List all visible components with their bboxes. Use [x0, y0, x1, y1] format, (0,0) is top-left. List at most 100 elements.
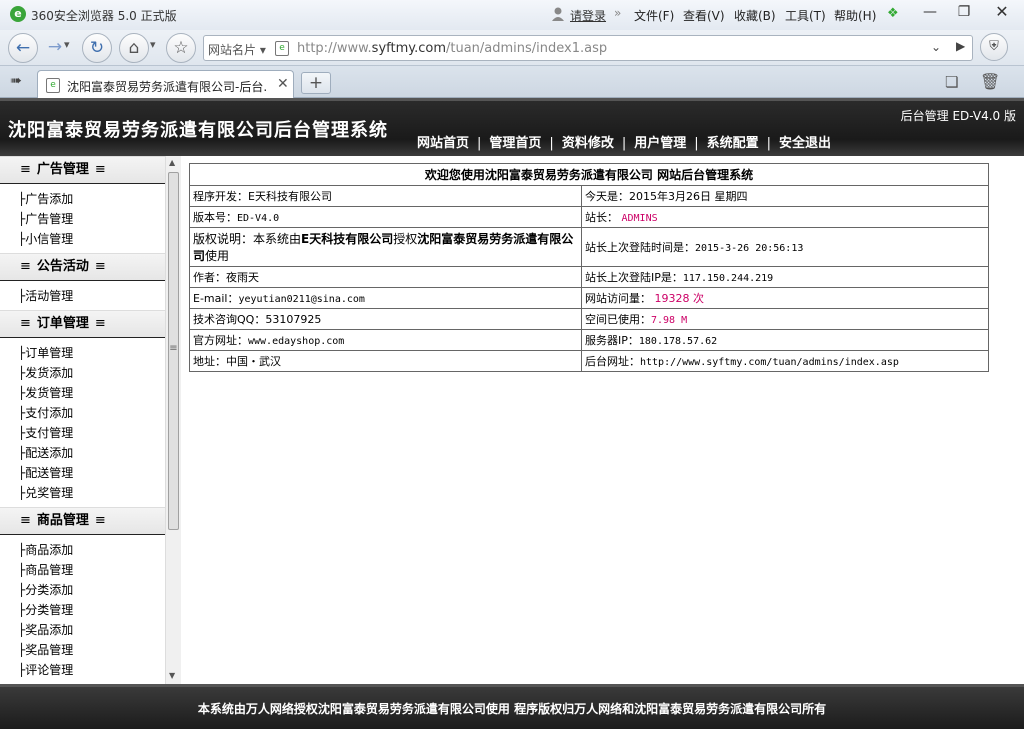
- login-link[interactable]: 请登录: [570, 7, 606, 24]
- user-icon[interactable]: [551, 6, 565, 21]
- developer-cell: 程序开发：E天科技有限公司: [189, 185, 582, 207]
- sidebar-group-products[interactable]: ≡ 商品管理 ≡: [0, 507, 165, 535]
- back-button[interactable]: ←: [8, 33, 38, 63]
- sidebar-group-orders[interactable]: ≡ 订单管理 ≡: [0, 310, 165, 338]
- tab-bar: ➠ e 沈阳富泰贸易劳务派遣有限公司-后台... ✕ + ❏ 🗑: [0, 66, 1024, 98]
- menu-file[interactable]: 文件(F): [634, 7, 674, 24]
- menu-tools[interactable]: 工具(T): [785, 7, 826, 24]
- sidebar-item-comment-manage[interactable]: 评论管理: [18, 660, 165, 680]
- menu-icon: ≡: [20, 513, 31, 528]
- restore-tabs-icon[interactable]: ❏: [945, 73, 958, 91]
- address-cell: 地址：中国・武汉: [189, 350, 582, 372]
- nav-system-config[interactable]: 系统配置: [707, 136, 759, 151]
- scroll-down-icon[interactable]: ▼: [169, 671, 175, 680]
- official-site-link[interactable]: www.edayshop.com: [248, 336, 344, 347]
- tab-close-icon[interactable]: ✕: [277, 76, 289, 92]
- address-dropdown-icon[interactable]: ⌄: [931, 40, 941, 54]
- home-dropdown-icon[interactable]: ▾: [150, 38, 156, 51]
- tab-active[interactable]: e 沈阳富泰贸易劳务派遣有限公司-后台... ✕: [37, 70, 294, 98]
- sidebar-item-ad-manage[interactable]: 广告管理: [18, 209, 165, 229]
- table-row: 版权说明：本系统由E天科技有限公司授权沈阳富泰贸易劳务派遣有限公司使用 站长上次…: [189, 227, 989, 267]
- sidebar-item-category-add[interactable]: 分类添加: [18, 580, 165, 600]
- home-button[interactable]: ⌂: [119, 33, 149, 63]
- info-heading: 欢迎您使用沈阳富泰贸易劳务派遣有限公司 网站后台管理系统: [189, 163, 989, 186]
- favorite-star-button[interactable]: ☆: [166, 33, 196, 63]
- system-title: 沈阳富泰贸易劳务派遣有限公司后台管理系统: [8, 120, 388, 141]
- sidebar-group-announcements[interactable]: ≡ 公告活动 ≡: [0, 253, 165, 281]
- nav-admin-home[interactable]: 管理首页: [489, 136, 541, 151]
- tab-title: 沈阳富泰贸易劳务派遣有限公司-后台...: [67, 80, 267, 94]
- sidebar-scrollbar[interactable]: ▲ ≡ ▼: [165, 156, 181, 684]
- table-row: 作者：夜雨天 站长上次登陆IP是：117.150.244.219: [189, 266, 989, 288]
- url-text[interactable]: http://www.syftmy.com/tuan/admins/index1…: [297, 41, 607, 56]
- sidebar-item-delivery-add[interactable]: 配送添加: [18, 443, 165, 463]
- address-bar[interactable]: 网站名片 ▾ e http://www.syftmy.com/tuan/admi…: [203, 35, 973, 61]
- nav-separator: |: [621, 136, 627, 151]
- sidebar-item-payment-add[interactable]: 支付添加: [18, 403, 165, 423]
- sidebar-item-activity-manage[interactable]: 活动管理: [18, 286, 165, 306]
- today-cell: 今天是：2015年3月26日 星期四: [581, 185, 989, 207]
- sidebar-group-title: 公告活动: [36, 259, 89, 274]
- go-arrow-icon[interactable]: ▶: [956, 39, 965, 53]
- sidebar-item-product-add[interactable]: 商品添加: [18, 540, 165, 560]
- sidebar-item-order-manage[interactable]: 订单管理: [18, 343, 165, 363]
- sidebar-item-prize-manage[interactable]: 奖品管理: [18, 640, 165, 660]
- nav-site-home[interactable]: 网站首页: [417, 136, 469, 151]
- sidebar-item-ad-add[interactable]: 广告添加: [18, 189, 165, 209]
- browser-title: 360安全浏览器 5.0 正式版: [31, 9, 177, 23]
- minimize-button[interactable]: —: [912, 0, 948, 24]
- sidebar-group-ads[interactable]: ≡ 广告管理 ≡: [0, 156, 165, 184]
- table-row: E-mail：yeyutian0211@sina.com 网站访问量： 1932…: [189, 287, 989, 309]
- sidebar-toggle-icon[interactable]: ➠: [10, 73, 22, 89]
- site-card-button[interactable]: 网站名片 ▾: [208, 41, 266, 58]
- table-row: 版本号：ED-V4.0 站长： ADMINS: [189, 206, 989, 228]
- scroll-thumb[interactable]: ≡: [168, 172, 179, 530]
- copyright-cell: 版权说明：本系统由E天科技有限公司授权沈阳富泰贸易劳务派遣有限公司使用: [189, 227, 582, 267]
- space-cell: 空间已使用：7.98 M: [581, 308, 989, 330]
- sidebar-item-delivery-manage[interactable]: 配送管理: [18, 463, 165, 483]
- sidebar-item-message-manage[interactable]: 小信管理: [18, 229, 165, 249]
- forward-dropdown-icon[interactable]: ▾: [64, 38, 70, 51]
- visits-cell: 网站访问量： 19328 次: [581, 287, 989, 309]
- table-row: 官方网址：www.edayshop.com 服务器IP：180.178.57.6…: [189, 329, 989, 351]
- sidebar-item-category-manage[interactable]: 分类管理: [18, 600, 165, 620]
- sidebar-item-prize-add[interactable]: 奖品添加: [18, 620, 165, 640]
- menu-expand-icon[interactable]: »: [614, 6, 621, 20]
- menu-icon: ≡: [20, 259, 31, 274]
- version-label: 后台管理 ED-V4.0 版: [900, 109, 1016, 123]
- nav-user-management[interactable]: 用户管理: [634, 136, 686, 151]
- menu-view[interactable]: 查看(V): [683, 7, 725, 24]
- admin-url-link[interactable]: http://www.syftmy.com/tuan/admins/index.…: [640, 357, 899, 368]
- sidebar-item-payment-manage[interactable]: 支付管理: [18, 423, 165, 443]
- table-row: 程序开发：E天科技有限公司 今天是：2015年3月26日 星期四: [189, 185, 989, 207]
- skin-icon[interactable]: ❖: [887, 6, 903, 21]
- nav-separator: |: [477, 136, 482, 151]
- new-tab-button[interactable]: +: [301, 72, 331, 94]
- sidebar-item-shipping-add[interactable]: 发货添加: [18, 363, 165, 383]
- info-table: 欢迎您使用沈阳富泰贸易劳务派遣有限公司 网站后台管理系统 程序开发：E天科技有限…: [189, 163, 989, 372]
- official-site-cell: 官方网址：www.edayshop.com: [189, 329, 582, 351]
- menu-icon: ≡: [20, 162, 31, 177]
- sidebar-group-title: 订单管理: [36, 316, 89, 331]
- sidebar: ≡广告管理≡ 广告添加 广告管理 小信管理 ≡公告活动≡ 活动管理 ≡订单管理≡…: [0, 156, 165, 684]
- nav-edit-profile[interactable]: 资料修改: [562, 136, 614, 151]
- version-cell: 版本号：ED-V4.0: [189, 206, 582, 228]
- security-shield-icon[interactable]: ⛨: [980, 33, 1008, 61]
- refresh-button[interactable]: ↻: [82, 33, 112, 63]
- qq-cell: 技术咨询QQ：53107925: [189, 308, 582, 330]
- trash-icon[interactable]: 🗑: [980, 72, 1000, 91]
- scroll-up-icon[interactable]: ▲: [169, 158, 175, 167]
- sidebar-group-title: 广告管理: [36, 162, 89, 177]
- browser-logo-icon: e: [10, 6, 26, 22]
- last-ip-cell: 站长上次登陆IP是：117.150.244.219: [581, 266, 989, 288]
- sidebar-item-shipping-manage[interactable]: 发货管理: [18, 383, 165, 403]
- sidebar-item-product-manage[interactable]: 商品管理: [18, 560, 165, 580]
- close-window-button[interactable]: ✕: [984, 0, 1020, 24]
- menu-help[interactable]: 帮助(H): [834, 7, 876, 24]
- menu-favorites[interactable]: 收藏(B): [734, 7, 776, 24]
- sidebar-item-prize-redeem-manage[interactable]: 兑奖管理: [18, 483, 165, 503]
- site-card-label: 网站名片: [208, 43, 257, 57]
- restore-button[interactable]: ❐: [946, 0, 982, 24]
- author-cell: 作者：夜雨天: [189, 266, 582, 288]
- nav-logout[interactable]: 安全退出: [779, 136, 831, 151]
